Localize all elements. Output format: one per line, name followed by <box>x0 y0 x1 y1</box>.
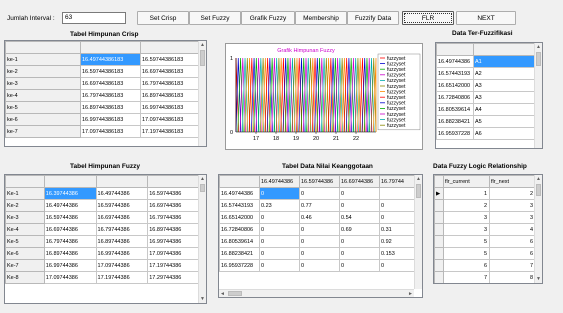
flr-table-title: Data Fuzzy Logic Relationship <box>433 163 527 170</box>
scroll-thumb[interactable] <box>228 291 242 296</box>
crisp-table[interactable]: ke-1 16.49744386183 16.59744386183 ke-2 16.… <box>4 40 207 147</box>
table-row[interactable]: 16.95937228 0 0 0 0 <box>219 259 416 272</box>
table-row[interactable]: 33 <box>434 211 536 224</box>
scroll-thumb[interactable] <box>536 52 541 66</box>
membership-horizontal-scrollbar[interactable]: ◄ ► <box>219 289 414 297</box>
interval-label: Jumlah Interval : <box>7 15 55 22</box>
chart-y-tick-label: 0 <box>230 130 233 136</box>
table-header-row <box>5 175 200 188</box>
next-button[interactable]: NEXT <box>456 11 516 25</box>
membership-table-title: Tabel Data Nilai Keanggotaan <box>282 163 373 170</box>
chart-x-tick-label: 18 <box>273 136 279 142</box>
chart-x-tick-label: 20 <box>313 136 319 142</box>
table-row[interactable]: ke-6 16.99744386183 17.09744386183 <box>5 113 201 126</box>
table-row[interactable]: 56 <box>434 247 536 260</box>
chart-title: Grafik Himpunan Fuzzy <box>277 48 335 54</box>
crisp-table-title: Tabel Himpunan Crisp <box>70 31 139 38</box>
table-row[interactable]: ke-2 16.59744386183 16.69744386183 <box>5 65 201 78</box>
table-row[interactable]: 16.65142000 0 0.46 0.54 0 <box>219 211 416 224</box>
grafik-fuzzy-button[interactable]: Grafik Fuzzy <box>241 11 295 25</box>
table-row[interactable]: Ke-8 17.09744386 17.19744386 17.29744386 <box>5 271 200 284</box>
chart-x-tick-label: 21 <box>333 136 339 142</box>
table-row[interactable]: Ke-4 16.69744386 16.79744386 16.89744386 <box>5 223 200 236</box>
fuzzified-vertical-scrollbar[interactable]: ▲ <box>534 43 542 148</box>
fuzzy-chart: Grafik Himpunan Fuzzy 17 18 19 20 21 22 1 0 fuzzy… <box>225 43 423 150</box>
chart-x-tick-label: 22 <box>353 136 359 142</box>
table-row[interactable]: 16.72840806 A3 <box>436 91 536 104</box>
table-row[interactable]: 78 <box>434 271 536 283</box>
table-row[interactable]: 23 <box>434 199 536 212</box>
table-row[interactable]: 16.57443193 0.23 0.77 0 0 <box>219 199 416 212</box>
application-window: Jumlah Interval : 63 Set Crisp Set Fuzzy… <box>0 0 563 313</box>
chart-y-tick-label: 1 <box>230 56 233 62</box>
table-row[interactable]: ke-5 16.89744386183 16.99744386183 <box>5 101 201 114</box>
table-row[interactable]: 16.49744386 A1 <box>436 55 536 68</box>
membership-table[interactable]: 16.49744386 16.59744386 16.69744386 16.7974… <box>218 174 423 298</box>
table-row[interactable]: 16.72840806 0 0 0.69 0.31 <box>219 223 416 236</box>
crisp-vertical-scrollbar[interactable]: ▲ <box>198 41 206 146</box>
table-row[interactable]: 16.49744386 0 0 0 <box>219 187 416 200</box>
set-crisp-button[interactable]: Set Crisp <box>137 11 189 25</box>
table-row[interactable]: Ke-6 16.89744386 16.99744386 17.09744386 <box>5 247 200 260</box>
table-row[interactable]: 16.88238421 0 0 0 0.153 <box>219 247 416 260</box>
table-header-row <box>436 43 536 56</box>
table-row[interactable]: 16.95937228 A6 <box>436 127 536 140</box>
table-row[interactable]: 34 <box>434 223 536 236</box>
table-row[interactable]: ke-3 16.69744386183 16.79744386183 <box>5 77 201 90</box>
flr-table[interactable]: flr_current flr_next ▶ 1 2 23 33 34 56 56 6… <box>433 174 543 284</box>
fuzzy-chart-plot: Grafik Himpunan Fuzzy 17 18 19 20 21 22 1 0 fuzzy… <box>230 48 421 142</box>
table-row[interactable]: 16.80539614 A4 <box>436 103 536 116</box>
table-row[interactable]: Ke-7 16.99744386 17.09744386 17.19744386 <box>5 259 200 272</box>
table-row[interactable]: 16.57443193 A2 <box>436 67 536 80</box>
table-row[interactable]: 16.80539614 0 0 0 0.92 <box>219 235 416 248</box>
scroll-thumb[interactable] <box>200 50 205 66</box>
fuzzy-vertical-scrollbar[interactable]: ▲ ▼ <box>198 175 206 303</box>
flr-vertical-scrollbar[interactable]: ▲ ▼ <box>534 175 542 283</box>
membership-vertical-scrollbar[interactable]: ▲ <box>414 175 422 289</box>
chart-x-tick-label: 17 <box>253 136 259 142</box>
scroll-thumb[interactable] <box>200 184 205 192</box>
chart-x-tick-label: 19 <box>293 136 299 142</box>
fuzzy-table[interactable]: Ke-1 16.39744386 16.49744386 16.59744386 Ke… <box>4 174 207 304</box>
flr-button[interactable]: FLR <box>402 11 454 25</box>
table-row[interactable]: ▶ 1 2 <box>434 187 536 200</box>
table-row[interactable]: Ke-1 16.39744386 16.49744386 16.59744386 <box>5 187 200 200</box>
fuzzified-table[interactable]: 16.49744386 A1 16.57443193 A2 16.65142000 A… <box>435 42 543 149</box>
table-row[interactable]: 16.65142000 A3 <box>436 79 536 92</box>
table-header-row: 16.49744386 16.59744386 16.69744386 16.7974… <box>219 175 416 188</box>
fuzzified-table-title: Data Ter-Fuzzifikasi <box>452 30 513 37</box>
chart-legend-label: fuzzyset <box>387 123 406 129</box>
scroll-thumb[interactable] <box>536 184 541 196</box>
scroll-thumb[interactable] <box>416 184 421 198</box>
fuzzy-table-title: Tabel Himpunan Fuzzy <box>70 163 140 170</box>
table-row[interactable]: 67 <box>434 259 536 272</box>
table-row[interactable]: Ke-3 16.59744386 16.69744386 16.79744386 <box>5 211 200 224</box>
set-fuzzy-button[interactable]: Set Fuzzy <box>189 11 241 25</box>
table-row[interactable]: 16.88238421 A5 <box>436 115 536 128</box>
membership-button[interactable]: Membership <box>295 11 347 25</box>
table-row[interactable]: Ke-2 16.49744386 16.59744386 16.69744386 <box>5 199 200 212</box>
table-row[interactable]: ke-7 17.09744386183 17.19744386183 <box>5 125 201 138</box>
table-row[interactable]: 56 <box>434 235 536 248</box>
table-header-row <box>5 41 201 54</box>
table-row[interactable]: ke-1 16.49744386183 16.59744386183 <box>5 53 201 66</box>
fuzzify-data-button[interactable]: Fuzzify Data <box>347 11 399 25</box>
table-row[interactable]: Ke-5 16.79744386 16.89744386 16.99744386 <box>5 235 200 248</box>
table-row[interactable]: ke-4 16.79744386183 16.89744386183 <box>5 89 201 102</box>
interval-input[interactable]: 63 <box>62 12 126 24</box>
table-header-row: flr_current flr_next <box>434 175 536 188</box>
